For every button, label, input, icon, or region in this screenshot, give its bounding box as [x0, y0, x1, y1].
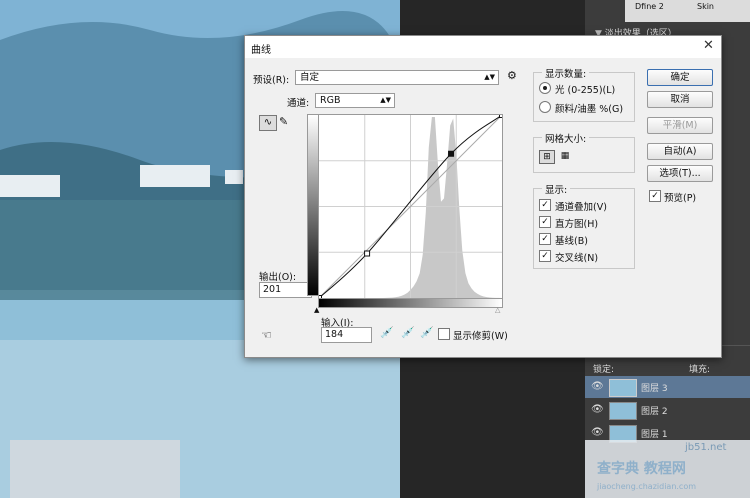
channel-overlay-checkbox[interactable]: ✓ [539, 199, 551, 211]
curve-control-point [499, 112, 505, 118]
input-gradient-bar [318, 298, 503, 308]
black-point-slider-icon[interactable]: ▲ [314, 306, 319, 314]
preset-label: 预设(R): [253, 75, 290, 86]
lock-label: 锁定: [593, 365, 615, 375]
cancel-button[interactable]: 取消 [647, 91, 713, 108]
watermark-area: jb51.net 查字典 教程网 jiaocheng.chazidian.com [585, 440, 750, 498]
layer-name: 图层 2 [641, 407, 668, 417]
baseline-checkbox[interactable]: ✓ [539, 233, 551, 245]
channel-overlay-label: 通道叠加(V) [555, 202, 607, 213]
show-amount-title: 显示数量: [542, 66, 590, 80]
show-clipping-checkbox[interactable] [438, 328, 450, 340]
auto-button[interactable]: 自动(A) [647, 143, 713, 160]
output-label: 输出(O): [259, 272, 297, 283]
preview-checkbox[interactable]: ✓ [649, 190, 661, 202]
curve-graph[interactable] [316, 112, 505, 301]
curve-graph-svg[interactable] [316, 112, 505, 301]
layer-name: 图层 1 [641, 430, 668, 440]
grid-size-title: 网格大小: [542, 131, 590, 145]
light-radio-label: 光 (0-255)(L) [555, 85, 616, 96]
curves-dialog: 曲线 ✕ 预设(R): 自定 ▲▼ ⚙ 通道: RGB ▲▼ ∿ ✎ 输出(O): … [244, 35, 722, 358]
chevron-down-icon: ▲▼ [380, 96, 391, 104]
chevron-down-icon: ▲▼ [484, 73, 495, 81]
white-point-slider-icon[interactable]: △ [495, 306, 500, 314]
input-field[interactable]: 184 [321, 327, 372, 343]
output-field[interactable]: 201 [259, 282, 312, 298]
gear-icon[interactable]: ⚙ [507, 69, 517, 82]
channel-value: RGB [320, 95, 341, 106]
ok-button[interactable]: 确定 [647, 69, 713, 86]
eye-icon[interactable]: 👁 [591, 404, 604, 415]
options-button[interactable]: 选项(T)... [647, 165, 713, 182]
tab-skin[interactable]: Skin [697, 2, 714, 11]
detailed-grid-icon[interactable]: ▦ [558, 150, 572, 162]
pencil-icon[interactable]: ✎ [279, 115, 288, 128]
light-radio[interactable] [539, 82, 551, 94]
preset-value: 自定 [300, 72, 320, 83]
channel-label: 通道: [287, 98, 310, 109]
close-icon[interactable]: ✕ [703, 38, 714, 53]
display-title: 显示: [542, 182, 571, 196]
hand-adjust-icon[interactable]: ☜ [261, 328, 272, 342]
layer-row[interactable]: 👁 图层 2 [585, 399, 750, 421]
intersection-line-checkbox[interactable]: ✓ [539, 250, 551, 262]
black-eyedropper-icon[interactable]: 💉 [380, 326, 394, 339]
smooth-button[interactable]: 平滑(M) [647, 117, 713, 134]
panel-tab-strip: Dfine 2 Skin [625, 0, 750, 22]
pigment-radio-label: 颜料/油墨 %(G) [555, 104, 624, 115]
curve-control-point [448, 150, 455, 157]
show-clipping-label: 显示修剪(W) [453, 331, 508, 342]
dialog-titlebar[interactable]: 曲线 ✕ [245, 36, 721, 58]
curve-point-tool-icon[interactable]: ∿ [259, 115, 277, 131]
baseline-label: 基线(B) [555, 236, 588, 247]
simple-grid-icon[interactable]: ⊞ [539, 150, 555, 164]
watermark-url: jiaocheng.chazidian.com [597, 482, 697, 491]
layer-row-selected[interactable]: 👁 图层 3 [585, 376, 750, 398]
histogram-label: 直方图(H) [555, 219, 599, 230]
fill-label: 填充: [689, 365, 711, 375]
layer-thumbnail [609, 402, 637, 420]
pigment-radio[interactable] [539, 101, 551, 113]
eye-icon[interactable]: 👁 [591, 427, 604, 438]
eye-icon[interactable]: 👁 [591, 381, 604, 392]
histogram-checkbox[interactable]: ✓ [539, 216, 551, 228]
preview-label: 预览(P) [664, 193, 697, 204]
gray-eyedropper-icon[interactable]: 💉 [401, 326, 415, 339]
dialog-title: 曲线 [251, 45, 271, 56]
layer-thumbnail [609, 379, 637, 397]
white-eyedropper-icon[interactable]: 💉 [420, 326, 434, 339]
tab-dfine[interactable]: Dfine 2 [635, 2, 664, 11]
intersection-line-label: 交叉线(N) [555, 253, 599, 264]
preset-select[interactable]: 自定 ▲▼ [295, 70, 499, 85]
layer-name: 图层 3 [641, 384, 668, 394]
watermark-chazidian: 查字典 教程网 [597, 461, 686, 477]
curve-control-point [364, 250, 371, 257]
channel-select[interactable]: RGB ▲▼ [315, 93, 395, 108]
watermark-jb51: jb51.net [685, 442, 727, 453]
